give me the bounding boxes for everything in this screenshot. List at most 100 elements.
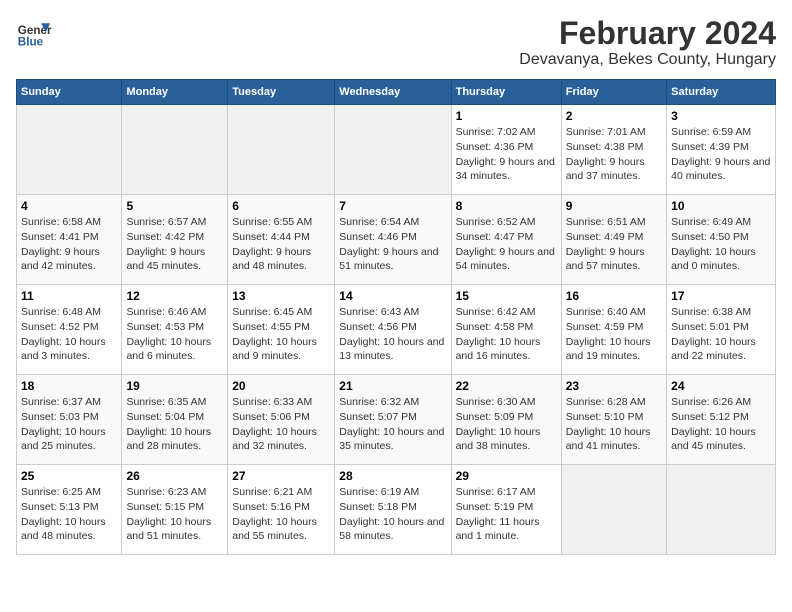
day-number: 6 <box>232 199 330 213</box>
day-info: Sunset: 4:42 PM <box>126 230 223 245</box>
calendar-cell: 22Sunrise: 6:30 AMSunset: 5:09 PMDayligh… <box>451 375 561 465</box>
day-info: Daylight: 10 hours and 9 minutes. <box>232 335 330 364</box>
calendar-cell: 14Sunrise: 6:43 AMSunset: 4:56 PMDayligh… <box>335 285 451 375</box>
calendar-cell: 25 Sunrise: 6:25 AMSunset: 5:13 PMDayligh… <box>17 465 122 555</box>
day-info: Sunset: 5:04 PM <box>126 410 223 425</box>
day-info: Daylight: 10 hours and 38 minutes. <box>456 425 557 454</box>
day-number: 4 <box>21 199 117 213</box>
calendar-cell: 17Sunrise: 6:38 AMSunset: 5:01 PMDayligh… <box>667 285 776 375</box>
day-number: 27 <box>232 469 330 483</box>
day-info: Sunrise: 6:54 AM <box>339 215 446 230</box>
day-info: Sunrise: 6:55 AM <box>232 215 330 230</box>
day-info: Daylight: 9 hours and 37 minutes. <box>566 155 662 184</box>
calendar-cell: 5Sunrise: 6:57 AMSunset: 4:42 PMDaylight… <box>122 195 228 285</box>
calendar-cell: 13Sunrise: 6:45 AMSunset: 4:55 PMDayligh… <box>228 285 335 375</box>
day-number: 28 <box>339 469 446 483</box>
day-info: Daylight: 10 hours and 6 minutes. <box>126 335 223 364</box>
calendar-cell: 7Sunrise: 6:54 AMSunset: 4:46 PMDaylight… <box>335 195 451 285</box>
day-info: Sunset: 5:15 PM <box>126 500 223 515</box>
day-number: 8 <box>456 199 557 213</box>
calendar-cell <box>561 465 666 555</box>
day-number: 25 <box>21 469 117 483</box>
calendar-day-header: Thursday <box>451 80 561 105</box>
calendar-cell <box>122 105 228 195</box>
day-info: Daylight: 10 hours and 16 minutes. <box>456 335 557 364</box>
day-info: Sunrise: 6:57 AM <box>126 215 223 230</box>
day-info: Sunrise: 6:58 AM <box>21 215 117 230</box>
page-subtitle: Devavanya, Bekes County, Hungary <box>519 51 776 69</box>
calendar-day-header: Saturday <box>667 80 776 105</box>
day-info: Sunrise: 6:48 AM <box>21 305 117 320</box>
day-info: Sunset: 4:59 PM <box>566 320 662 335</box>
calendar-week-row: 18Sunrise: 6:37 AMSunset: 5:03 PMDayligh… <box>17 375 776 465</box>
day-number: 9 <box>566 199 662 213</box>
day-info: Sunset: 4:56 PM <box>339 320 446 335</box>
calendar-cell: 15Sunrise: 6:42 AMSunset: 4:58 PMDayligh… <box>451 285 561 375</box>
calendar-day-header: Friday <box>561 80 666 105</box>
day-info: Sunset: 5:13 PM <box>21 500 117 515</box>
day-info: Sunset: 4:58 PM <box>456 320 557 335</box>
calendar-week-row: 4Sunrise: 6:58 AMSunset: 4:41 PMDaylight… <box>17 195 776 285</box>
day-info: Daylight: 9 hours and 54 minutes. <box>456 245 557 274</box>
day-number: 1 <box>456 109 557 123</box>
day-number: 17 <box>671 289 771 303</box>
day-info: Sunrise: 6:17 AM <box>456 485 557 500</box>
day-info: Sunset: 4:38 PM <box>566 140 662 155</box>
calendar-table: SundayMondayTuesdayWednesdayThursdayFrid… <box>16 79 776 555</box>
calendar-cell: 23Sunrise: 6:28 AMSunset: 5:10 PMDayligh… <box>561 375 666 465</box>
day-info: Daylight: 9 hours and 51 minutes. <box>339 245 446 274</box>
day-info: Daylight: 10 hours and 45 minutes. <box>671 425 771 454</box>
day-info: Sunrise: 6:43 AM <box>339 305 446 320</box>
day-info: Sunrise: 6:28 AM <box>566 395 662 410</box>
day-number: 22 <box>456 379 557 393</box>
calendar-day-header: Sunday <box>17 80 122 105</box>
day-info: Sunset: 5:07 PM <box>339 410 446 425</box>
svg-text:Blue: Blue <box>18 36 44 49</box>
day-info: Daylight: 9 hours and 42 minutes. <box>21 245 117 274</box>
day-info: Daylight: 10 hours and 19 minutes. <box>566 335 662 364</box>
day-info: Sunset: 4:36 PM <box>456 140 557 155</box>
day-info: Sunset: 4:52 PM <box>21 320 117 335</box>
day-info: Sunrise: 6:33 AM <box>232 395 330 410</box>
day-info: Sunset: 5:12 PM <box>671 410 771 425</box>
day-info: Daylight: 10 hours and 55 minutes. <box>232 515 330 544</box>
calendar-week-row: 25Sunrise: 6:25 AMSunset: 5:13 PMDayligh… <box>17 465 776 555</box>
day-info: Sunset: 5:03 PM <box>21 410 117 425</box>
calendar-day-header: Tuesday <box>228 80 335 105</box>
day-number: 7 <box>339 199 446 213</box>
day-info: Sunset: 5:01 PM <box>671 320 771 335</box>
day-info: Daylight: 10 hours and 13 minutes. <box>339 335 446 364</box>
calendar-cell <box>17 105 122 195</box>
day-info: Sunrise: 6:19 AM <box>339 485 446 500</box>
day-info: Sunrise: 7:01 AM <box>566 125 662 140</box>
day-number: 23 <box>566 379 662 393</box>
calendar-cell: 6Sunrise: 6:55 AMSunset: 4:44 PMDaylight… <box>228 195 335 285</box>
day-number: 13 <box>232 289 330 303</box>
day-number: 26 <box>126 469 223 483</box>
day-info: Daylight: 9 hours and 34 minutes. <box>456 155 557 184</box>
day-info: Sunrise: 6:51 AM <box>566 215 662 230</box>
day-info: Sunrise: 6:35 AM <box>126 395 223 410</box>
day-number: 18 <box>21 379 117 393</box>
day-info: Daylight: 10 hours and 32 minutes. <box>232 425 330 454</box>
calendar-cell: 19Sunrise: 6:35 AMSunset: 5:04 PMDayligh… <box>122 375 228 465</box>
calendar-cell: 9Sunrise: 6:51 AMSunset: 4:49 PMDaylight… <box>561 195 666 285</box>
day-info: Sunset: 4:39 PM <box>671 140 771 155</box>
day-info: Sunrise: 6:40 AM <box>566 305 662 320</box>
day-info: Daylight: 10 hours and 35 minutes. <box>339 425 446 454</box>
calendar-cell <box>335 105 451 195</box>
day-info: Sunrise: 6:38 AM <box>671 305 771 320</box>
day-number: 5 <box>126 199 223 213</box>
day-number: 24 <box>671 379 771 393</box>
calendar-cell: 16Sunrise: 6:40 AMSunset: 4:59 PMDayligh… <box>561 285 666 375</box>
day-number: 19 <box>126 379 223 393</box>
day-info: Daylight: 10 hours and 48 minutes. <box>21 515 117 544</box>
day-info: Sunrise: 6:25 AM <box>21 485 117 500</box>
calendar-day-header: Wednesday <box>335 80 451 105</box>
day-number: 21 <box>339 379 446 393</box>
calendar-body: 1Sunrise: 7:02 AMSunset: 4:36 PMDaylight… <box>17 105 776 555</box>
day-info: Daylight: 9 hours and 40 minutes. <box>671 155 771 184</box>
page-title: February 2024 <box>519 16 776 51</box>
day-info: Daylight: 10 hours and 3 minutes. <box>21 335 117 364</box>
day-info: Daylight: 9 hours and 57 minutes. <box>566 245 662 274</box>
